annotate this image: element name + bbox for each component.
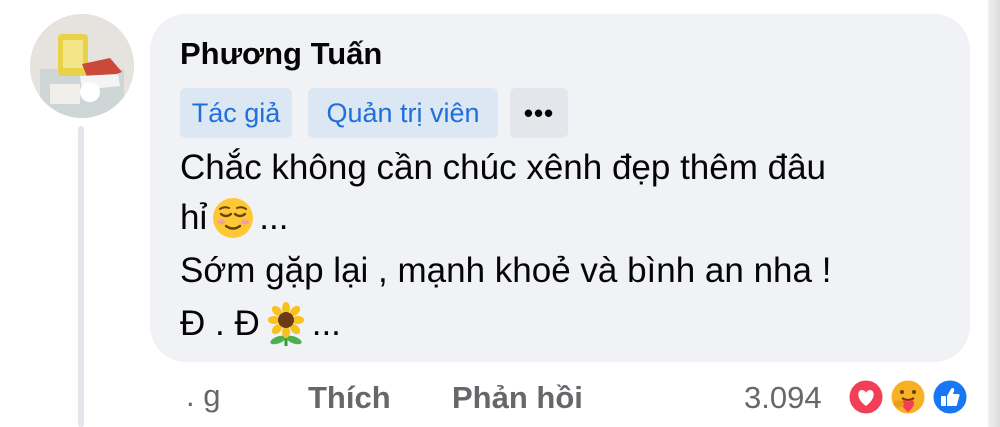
comment-line: Chắc không cần chúc xênh đẹp thêm đâu	[180, 148, 826, 188]
comment-text: Sớm gặp lại , mạnh khoẻ và bình an nha !	[180, 251, 832, 290]
reaction-count[interactable]: 3.094	[744, 380, 822, 416]
sunflower-icon	[264, 302, 308, 346]
like-button[interactable]: Thích	[308, 380, 391, 416]
comment-text: ...	[259, 198, 289, 237]
admin-badge: Quản trị viên	[308, 88, 498, 138]
scroll-edge	[988, 0, 1000, 427]
comment-line: Sớm gặp lại , mạnh khoẻ và bình an nha !	[180, 251, 831, 291]
comment-line: hỉ ...	[180, 196, 288, 240]
comment-text: Đ . Đ	[180, 304, 260, 343]
comment-line: Đ . Đ ...	[180, 302, 341, 346]
love-reaction-icon[interactable]	[846, 377, 886, 417]
timestamp[interactable]: . g	[186, 378, 220, 414]
reply-button[interactable]: Phản hồi	[452, 380, 583, 416]
comment-text: Chắc không cần chúc xênh đẹp thêm đâu	[180, 148, 826, 187]
more-options-button[interactable]: •••	[510, 88, 568, 138]
relieved-face-icon	[211, 196, 255, 240]
like-reaction-icon[interactable]	[930, 377, 970, 417]
care-reaction-icon[interactable]	[888, 377, 928, 417]
avatar[interactable]	[30, 14, 134, 118]
author-name[interactable]: Phương Tuấn	[180, 36, 382, 72]
comment-text: hỉ	[180, 198, 208, 237]
thread-line	[78, 126, 84, 427]
author-badge: Tác giả	[180, 88, 292, 138]
comment-text: ...	[311, 304, 341, 343]
